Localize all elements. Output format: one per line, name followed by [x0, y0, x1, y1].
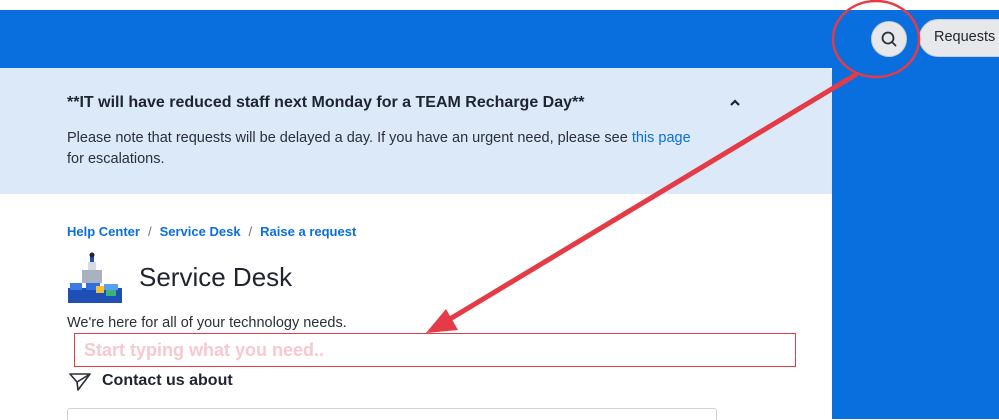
banner-title: **IT will have reduced staff next Monday…: [67, 94, 585, 111]
breadcrumb-raise-request[interactable]: Raise a request: [260, 224, 356, 239]
banner-message: Please note that requests will be delaye…: [67, 128, 737, 170]
service-desk-logo: [66, 252, 124, 304]
requests-button[interactable]: Requests: [919, 19, 999, 57]
header-search-button[interactable]: [871, 21, 907, 57]
breadcrumb: Help Center / Service Desk / Raise a request: [67, 224, 356, 239]
breadcrumb-separator: /: [147, 224, 152, 239]
top-navigation-bar: [0, 10, 999, 68]
paper-plane-icon: [69, 372, 91, 392]
search-placeholder: Start typing what you need..: [84, 340, 325, 360]
page-title: Service Desk: [139, 262, 293, 292]
banner-body-text: Please note that requests will be delaye…: [67, 130, 632, 146]
request-type-card[interactable]: [67, 408, 717, 420]
this-page-link[interactable]: this page: [632, 130, 691, 146]
search-icon: [881, 31, 897, 47]
chevron-up-icon[interactable]: [729, 95, 741, 111]
right-background: [832, 68, 999, 419]
breadcrumb-help-center[interactable]: Help Center: [67, 224, 140, 239]
banner-body-text-end: for escalations.: [67, 151, 165, 167]
contact-us-heading: Contact us about: [102, 372, 233, 389]
breadcrumb-separator: /: [248, 224, 253, 239]
page-subtitle: We're here for all of your technology ne…: [67, 315, 347, 331]
breadcrumb-service-desk[interactable]: Service Desk: [160, 224, 241, 239]
